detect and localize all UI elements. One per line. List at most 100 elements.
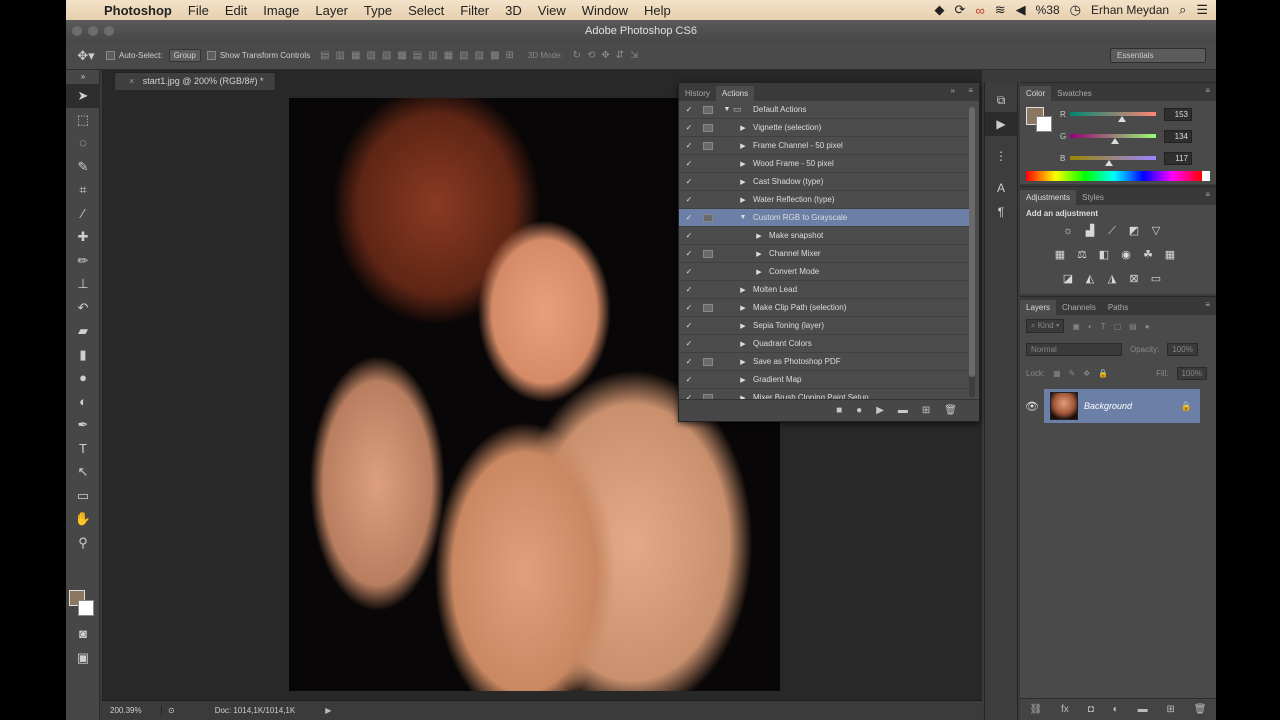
panel-menu-icon[interactable]: ≡ [968, 86, 973, 95]
collapse-tools-icon[interactable]: » [66, 70, 100, 84]
expand-triangle-right-icon[interactable]: ▶ [737, 322, 749, 330]
zoom-tool-icon[interactable]: ⚲ [66, 531, 100, 555]
pen-tool-icon[interactable]: ✒ [66, 413, 100, 437]
expand-triangle-right-icon[interactable]: ▶ [737, 340, 749, 348]
tab-color[interactable]: Color [1020, 86, 1052, 101]
new-adjustment-layer-icon[interactable]: ◐ [1113, 704, 1119, 715]
toggle-item-check-icon[interactable]: ✓ [679, 267, 699, 276]
toggle-dialog-icon[interactable] [699, 157, 717, 171]
gradient-map-icon[interactable]: ▭ [1148, 271, 1164, 287]
character-panel-icon[interactable]: A [985, 176, 1017, 200]
blue-slider[interactable] [1070, 156, 1156, 166]
distribute-right-icon[interactable]: ▩ [490, 50, 499, 61]
toggle-item-check-icon[interactable]: ✓ [679, 375, 699, 384]
layer-filter-dropdown[interactable]: ⌕ Kind ▾ [1026, 319, 1065, 333]
zoom-level[interactable]: 200.39% [102, 706, 162, 715]
menu-3d[interactable]: 3D [497, 3, 530, 18]
action-row[interactable]: ✓ ▶ Sepia Toning (layer) [679, 317, 969, 335]
tab-paths[interactable]: Paths [1102, 300, 1134, 315]
history-panel-icon[interactable]: ⧉ [985, 88, 1017, 112]
workspace-switcher[interactable]: Essentials [1110, 48, 1206, 63]
tab-adjustments[interactable]: Adjustments [1020, 190, 1077, 205]
hand-tool-icon[interactable]: ✋ [66, 507, 100, 531]
align-top-icon[interactable]: ▤ [320, 50, 329, 61]
delete-layer-icon[interactable]: 🗑 [1194, 704, 1207, 715]
action-row[interactable]: ✓ ▼ Custom RGB to Grayscale [679, 209, 969, 227]
lock-transparent-icon[interactable]: ▦ [1053, 369, 1061, 378]
expand-triangle-right-icon[interactable]: ▶ [737, 304, 749, 312]
opacity-field[interactable]: 100% [1167, 343, 1198, 356]
quick-mask-icon[interactable]: ◙ [66, 622, 100, 646]
expand-triangle-right-icon[interactable]: ▶ [737, 178, 749, 186]
blue-slider-handle[interactable] [1105, 160, 1114, 166]
menu-type[interactable]: Type [356, 3, 400, 18]
red-slider[interactable] [1070, 112, 1156, 122]
toggle-dialog-icon[interactable] [699, 319, 717, 333]
spectrum-white-black[interactable] [1202, 171, 1210, 181]
toggle-dialog-icon[interactable] [699, 301, 717, 315]
move-tool-preset-icon[interactable]: ✥▾ [66, 48, 106, 64]
screen-mode-icon[interactable]: ▣ [66, 646, 100, 670]
menu-view[interactable]: View [530, 3, 574, 18]
filter-pixel-icon[interactable]: ▣ [1072, 322, 1080, 331]
toggle-item-check-icon[interactable]: ✓ [679, 105, 699, 114]
expand-triangle-down-icon[interactable]: ▼ [721, 106, 733, 113]
layer-name[interactable]: Background [1084, 401, 1132, 411]
action-row[interactable]: ✓ ▶ Save as Photoshop PDF [679, 353, 969, 371]
menu-layer[interactable]: Layer [307, 3, 356, 18]
expand-triangle-down-icon[interactable]: ▼ [737, 214, 749, 221]
layers-panel-menu-icon[interactable]: ≡ [1205, 300, 1210, 309]
brush-tool-icon[interactable]: ✏ [66, 249, 100, 273]
marquee-tool-icon[interactable]: ⬚ [66, 108, 100, 132]
green-slider-handle[interactable] [1111, 138, 1120, 144]
toggle-item-check-icon[interactable]: ✓ [679, 159, 699, 168]
toggle-item-check-icon[interactable]: ✓ [679, 321, 699, 330]
toggle-item-check-icon[interactable]: ✓ [679, 177, 699, 186]
filter-shape-icon[interactable]: ▢ [1114, 322, 1122, 331]
menu-select[interactable]: Select [400, 3, 452, 18]
eraser-tool-icon[interactable]: ▰ [66, 319, 100, 343]
record-icon[interactable]: ● [856, 405, 862, 416]
curves-icon[interactable]: ⟋ [1104, 223, 1120, 239]
tab-layers[interactable]: Layers [1020, 300, 1057, 315]
spotlight-icon[interactable]: ⌕ [1179, 2, 1186, 18]
3d-roll-icon[interactable]: ⟲ [587, 50, 595, 61]
brush-presets-icon[interactable]: ⋮ [985, 144, 1017, 168]
new-group-icon[interactable]: ▬ [1138, 704, 1148, 715]
actions-scrollbar[interactable] [969, 107, 975, 397]
toggle-item-check-icon[interactable]: ✓ [679, 231, 699, 240]
lock-position-icon[interactable]: ✥ [1083, 369, 1090, 378]
expand-triangle-right-icon[interactable]: ▶ [753, 232, 765, 240]
toggle-dialog-icon[interactable] [699, 373, 717, 387]
minimize-window-button[interactable] [88, 26, 98, 36]
expand-triangle-right-icon[interactable]: ▶ [737, 376, 749, 384]
distribute-bottom-icon[interactable]: ▦ [444, 50, 453, 61]
menu-file[interactable]: File [180, 3, 217, 18]
red-slider-handle[interactable] [1117, 116, 1126, 122]
color-lookup-icon[interactable]: ▦ [1162, 247, 1178, 263]
lock-all-icon[interactable]: 🔒 [1098, 369, 1108, 378]
black-white-icon[interactable]: ◧ [1096, 247, 1112, 263]
action-row[interactable]: ✓ ▶ Frame Channel - 50 pixel [679, 137, 969, 155]
menu-window[interactable]: Window [574, 3, 636, 18]
expand-triangle-right-icon[interactable]: ▶ [737, 358, 749, 366]
filter-toggle-icon[interactable]: ● [1145, 322, 1150, 331]
action-row[interactable]: ✓ ▶ Make Clip Path (selection) [679, 299, 969, 317]
volume-icon[interactable]: ◀ [1016, 2, 1026, 18]
blend-mode-dropdown[interactable]: Normal [1026, 343, 1122, 356]
paragraph-panel-icon[interactable]: ¶ [985, 200, 1017, 224]
toggle-item-check-icon[interactable]: ✓ [679, 141, 699, 150]
color-background-swatch[interactable] [1036, 116, 1052, 132]
menu-help[interactable]: Help [636, 3, 679, 18]
invert-icon[interactable]: ◪ [1060, 271, 1076, 287]
toggle-dialog-icon[interactable] [699, 139, 717, 153]
action-row[interactable]: ✓ ▶ Cast Shadow (type) [679, 173, 969, 191]
toggle-dialog-icon[interactable] [699, 265, 717, 279]
blur-tool-icon[interactable]: ● [66, 366, 100, 390]
toggle-item-check-icon[interactable]: ✓ [679, 339, 699, 348]
action-row[interactable]: ✓ ▼ ▭ Default Actions [679, 101, 969, 119]
healing-brush-tool-icon[interactable]: ✚ [66, 225, 100, 249]
action-row[interactable]: ✓ ▶ Make snapshot [679, 227, 969, 245]
exposure-icon[interactable]: ◩ [1126, 223, 1142, 239]
menu-image[interactable]: Image [255, 3, 307, 18]
